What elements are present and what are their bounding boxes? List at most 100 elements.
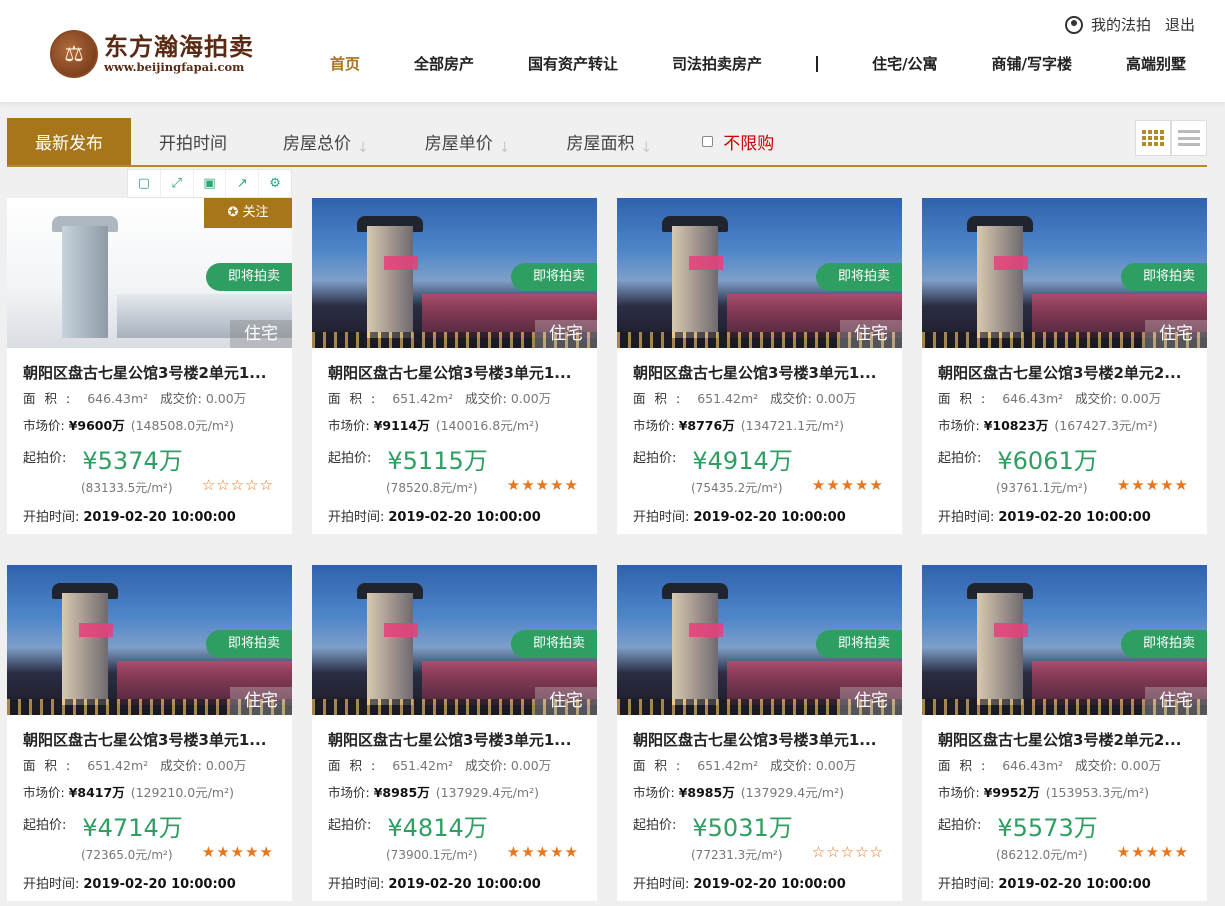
market-label: 市场价: (633, 418, 675, 433)
area-row: 面积: 651.42m² 成交价: 0.00万 (633, 388, 868, 407)
sort-arrow-icon: ↓ (357, 139, 369, 156)
nav-home[interactable]: 首页 (330, 53, 360, 74)
time-row: 开拍时间: 2019-02-20 10:00:00 (328, 506, 541, 525)
listing-image[interactable]: 即将拍卖 住宅 (922, 565, 1207, 715)
listing-title[interactable]: 朝阳区盘古七星公馆3号楼2单元2... (938, 362, 1196, 383)
market-label: 市场价: (633, 785, 675, 800)
tab-start-time[interactable]: 开拍时间 (131, 118, 255, 165)
listing-card[interactable]: 即将拍卖 住宅 朝阳区盘古七星公馆3号楼3单元1... 面积: 651.42m² 成… (617, 198, 902, 534)
listing-card[interactable]: 即将拍卖 住宅 朝阳区盘古七星公馆3号楼2单元2... 面积: 646.43m² 成… (922, 198, 1207, 534)
rating-stars: ☆☆☆☆☆ (811, 843, 884, 861)
copy-icon[interactable]: ▢ (128, 170, 161, 197)
start-row: 起拍价: ¥5374万 (23, 441, 183, 476)
market-row: 市场价: ¥8985万 (137929.4元/m²) (633, 782, 844, 801)
listing-card[interactable]: ✪ 关注 即将拍卖 住宅 朝阳区盘古七星公馆3号楼2单元1... 面积: 646.… (7, 198, 292, 534)
listing-image[interactable]: 即将拍卖 住宅 (617, 198, 902, 348)
time-label: 开拍时间: (938, 877, 995, 892)
listing-image[interactable]: ✪ 关注 即将拍卖 住宅 (7, 198, 292, 348)
deal-value: 0.00万 (1120, 758, 1162, 773)
area-value: 651.42m² (87, 758, 149, 773)
listing-image[interactable]: 即将拍卖 住宅 (7, 565, 292, 715)
sort-filter-bar: 最新发布 开拍时间 房屋总价 ↓ 房屋单价 ↓ 房屋面积 ↓ 不限购 (7, 118, 1207, 167)
area-label: 面积: (633, 758, 690, 773)
unlimited-filter[interactable]: 不限购 (702, 129, 774, 154)
area-label: 面积: (328, 391, 385, 406)
listing-image[interactable]: 即将拍卖 住宅 (617, 565, 902, 715)
tab-unit-price[interactable]: 房屋单价 ↓ (397, 118, 539, 165)
unlimited-label: 不限购 (723, 134, 775, 154)
tab-total-price[interactable]: 房屋总价 ↓ (255, 118, 397, 165)
user-area: 我的法拍 退出 (1064, 14, 1195, 35)
listing-card[interactable]: 即将拍卖 住宅 朝阳区盘古七星公馆3号楼2单元2... 面积: 646.43m² 成… (922, 565, 1207, 901)
start-unit-price: (77231.3元/m²) (691, 848, 783, 862)
nav-villa[interactable]: 高端别墅 (1126, 53, 1186, 74)
nav-residential[interactable]: 住宅/公寓 (872, 53, 937, 74)
unlimited-checkbox[interactable] (702, 136, 714, 147)
listing-title[interactable]: 朝阳区盘古七星公馆3号楼3单元1... (328, 362, 586, 383)
nav-commercial[interactable]: 商铺/写字楼 (992, 53, 1072, 74)
status-badge: 即将拍卖 (205, 263, 292, 291)
market-label: 市场价: (938, 418, 980, 433)
follow-button[interactable]: ✪ 关注 (204, 198, 292, 228)
start-unit-price: (78520.8元/m²) (386, 481, 478, 495)
rating-stars: ★★★★★ (506, 476, 579, 494)
area-label: 面积: (938, 758, 995, 773)
deal-label: 成交价: (465, 758, 507, 773)
tab-latest[interactable]: 最新发布 (7, 118, 131, 165)
property-type-badge: 住宅 (840, 320, 902, 348)
listing-card[interactable]: 即将拍卖 住宅 朝阳区盘古七星公馆3号楼3单元1... 面积: 651.42m² 成… (312, 565, 597, 901)
start-label: 起拍价: (938, 818, 982, 833)
nav-all-property[interactable]: 全部房产 (414, 53, 474, 74)
deal-label: 成交价: (1075, 391, 1117, 406)
list-view-button[interactable] (1171, 120, 1207, 156)
listing-card[interactable]: 即将拍卖 住宅 朝阳区盘古七星公馆3号楼3单元1... 面积: 651.42m² 成… (312, 198, 597, 534)
listing-image[interactable]: 即将拍卖 住宅 (312, 198, 597, 348)
floating-toolbar: ▢ ⤢ ▣ ↗ ⚙ (127, 169, 292, 198)
listing-title[interactable]: 朝阳区盘古七星公馆3号楼3单元1... (633, 362, 891, 383)
nav-judicial-auction[interactable]: 司法拍卖房产 (672, 53, 762, 74)
auction-time: 2019-02-20 10:00:00 (83, 510, 236, 525)
logout-link[interactable]: 退出 (1165, 14, 1195, 35)
rating-stars: ★★★★★ (201, 843, 274, 861)
settings-icon[interactable]: ⚙ (259, 170, 291, 197)
market-unit-price: (148508.0元/m²) (130, 418, 234, 433)
time-label: 开拍时间: (633, 877, 690, 892)
listing-card[interactable]: 即将拍卖 住宅 朝阳区盘古七星公馆3号楼3单元1... 面积: 651.42m² 成… (7, 565, 292, 901)
market-price: ¥9114万 (373, 418, 430, 433)
tab-area[interactable]: 房屋面积 ↓ (538, 118, 680, 165)
share-icon[interactable]: ↗ (226, 170, 260, 197)
property-type-badge: 住宅 (230, 320, 292, 348)
my-auctions-link[interactable]: 我的法拍 (1091, 14, 1151, 35)
area-value: 651.42m² (392, 391, 454, 406)
rating-stars: ★★★★★ (1116, 476, 1189, 494)
start-unit-price: (75435.2元/m²) (691, 481, 783, 495)
start-unit-price: (83133.5元/m²) (81, 481, 173, 495)
listing-title[interactable]: 朝阳区盘古七星公馆3号楼2单元2... (938, 729, 1196, 750)
start-price: ¥6061万 (997, 447, 1098, 475)
property-type-badge: 住宅 (535, 687, 597, 715)
status-badge: 即将拍卖 (815, 263, 902, 291)
time-label: 开拍时间: (23, 510, 80, 525)
listing-image[interactable]: 即将拍卖 住宅 (312, 565, 597, 715)
tab-label: 房屋单价 (424, 134, 493, 154)
market-label: 市场价: (328, 785, 370, 800)
listing-title[interactable]: 朝阳区盘古七星公馆3号楼3单元1... (23, 729, 281, 750)
site-logo[interactable]: ⚖ 东方瀚海拍卖 www.beijingfapai.com (50, 30, 254, 78)
sort-arrow-icon: ↓ (640, 139, 653, 156)
deal-value: 0.00万 (510, 758, 552, 773)
user-icon (1064, 15, 1083, 34)
listing-card[interactable]: 即将拍卖 住宅 朝阳区盘古七星公馆3号楼3单元1... 面积: 651.42m² 成… (617, 565, 902, 901)
market-row: 市场价: ¥9114万 (140016.8元/m²) (328, 415, 539, 434)
listing-title[interactable]: 朝阳区盘古七星公馆3号楼3单元1... (633, 729, 891, 750)
nav-state-assets[interactable]: 国有资产转让 (528, 53, 618, 74)
view-toggle (1135, 120, 1207, 156)
listing-title[interactable]: 朝阳区盘古七星公馆3号楼3单元1... (328, 729, 586, 750)
save-icon[interactable]: ▣ (194, 170, 227, 197)
expand-icon[interactable]: ⤢ (161, 170, 194, 197)
auction-time: 2019-02-20 10:00:00 (693, 510, 846, 525)
tab-label: 最新发布 (35, 134, 103, 154)
grid-view-button[interactable] (1135, 120, 1171, 156)
start-label: 起拍价: (328, 451, 372, 466)
listing-title[interactable]: 朝阳区盘古七星公馆3号楼2单元1... (23, 362, 281, 383)
listing-image[interactable]: 即将拍卖 住宅 (922, 198, 1207, 348)
